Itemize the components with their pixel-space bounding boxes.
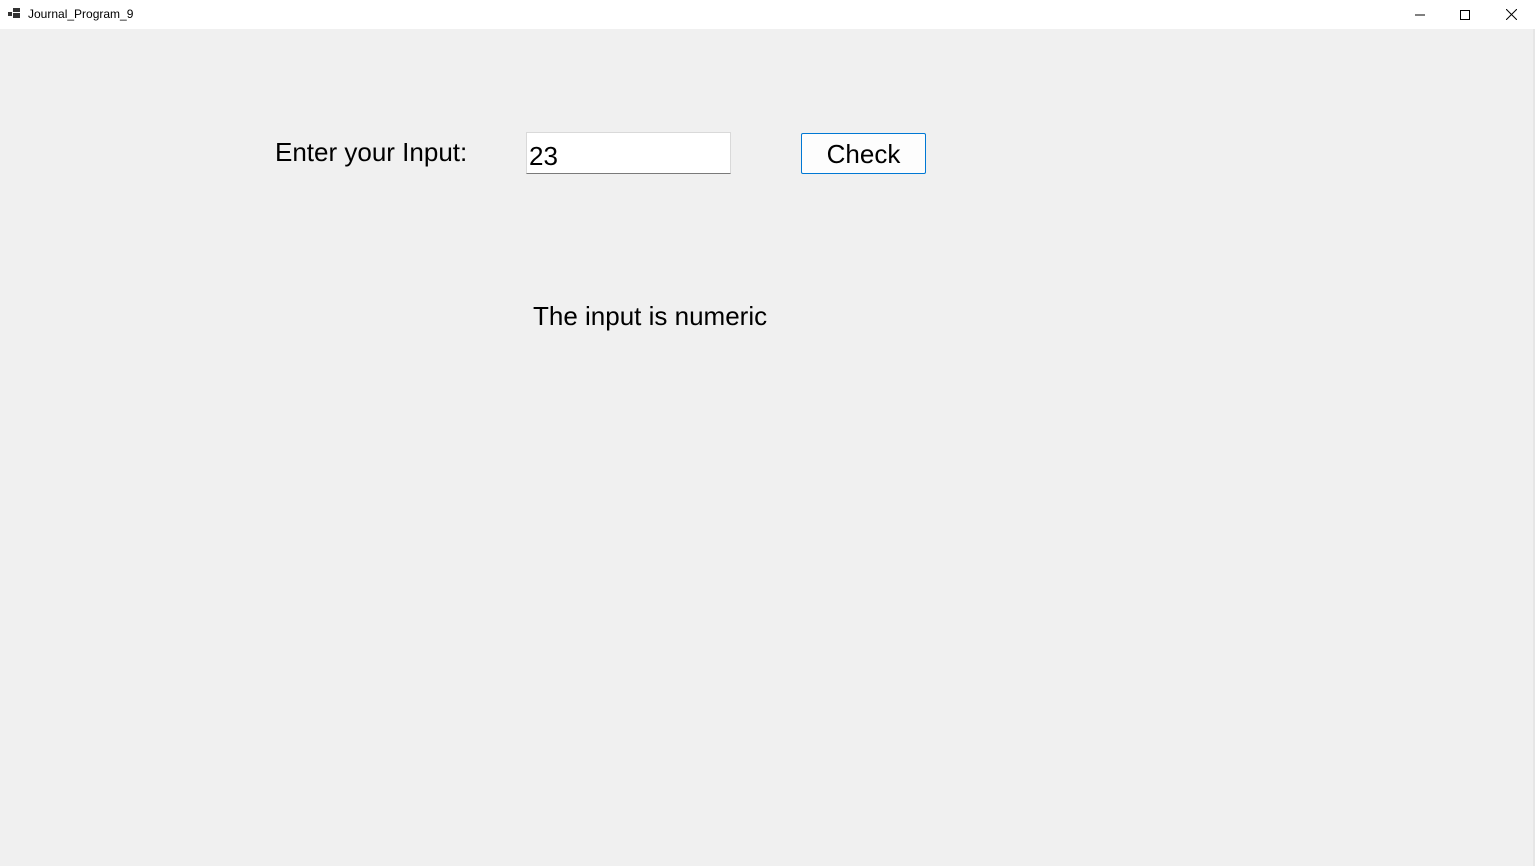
minimize-icon [1415,14,1425,15]
form-client-area: Enter your Input: Check The input is num… [0,29,1535,866]
check-button[interactable]: Check [801,133,926,174]
input-field[interactable] [526,132,731,174]
title-bar[interactable]: Journal_Program_9 [0,0,1535,29]
close-button[interactable] [1488,0,1534,29]
app-window: Journal_Program_9 Enter your Input: Chec… [0,0,1535,866]
window-title: Journal_Program_9 [28,7,134,21]
minimize-button[interactable] [1397,0,1443,29]
maximize-button[interactable] [1442,0,1488,29]
input-prompt-label: Enter your Input: [275,137,468,167]
app-window-icon [8,8,20,18]
maximize-icon [1460,9,1470,20]
result-label: The input is numeric [533,301,768,331]
close-icon [1505,9,1517,20]
